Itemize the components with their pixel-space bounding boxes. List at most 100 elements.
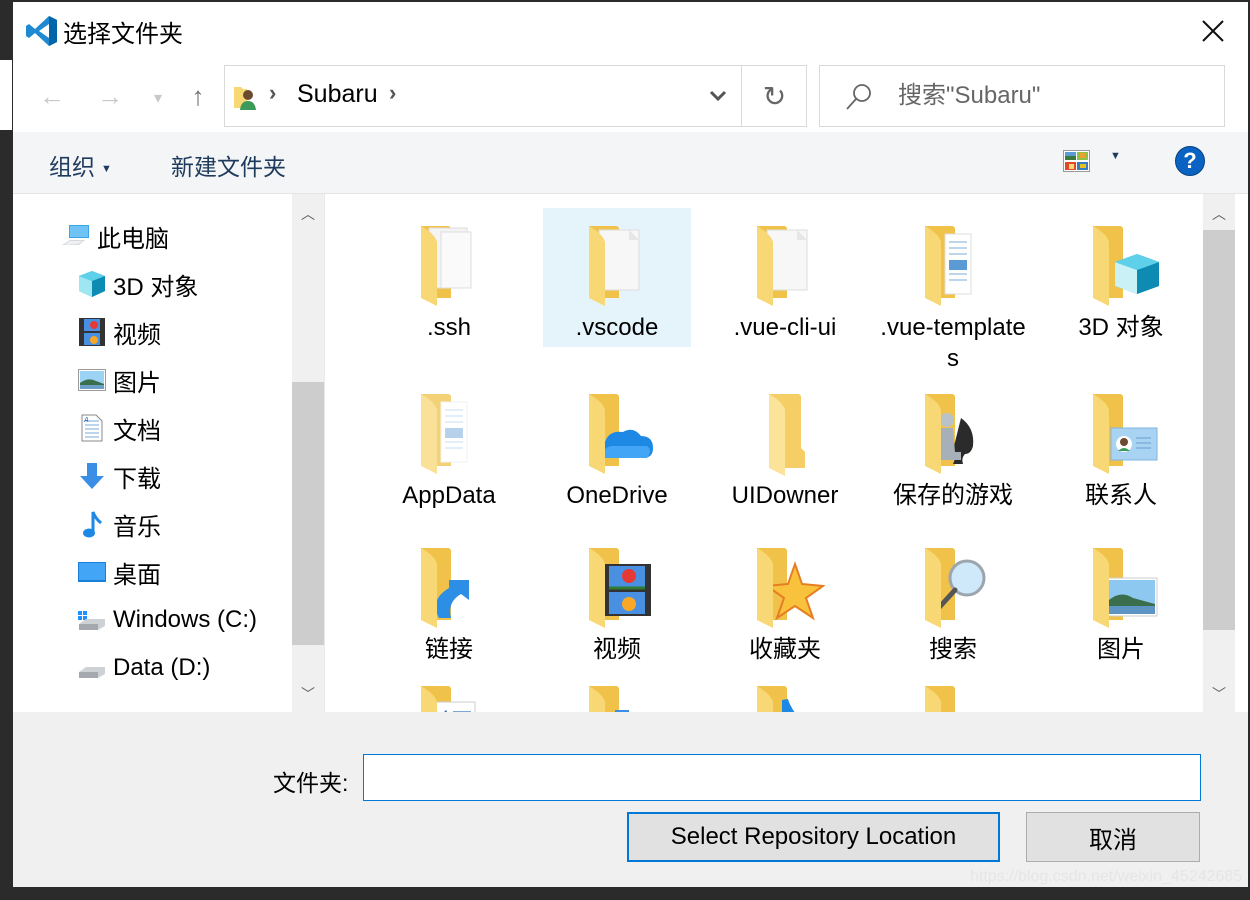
folder-item-label: 图片: [1097, 636, 1145, 663]
folder-film-icon: [577, 542, 657, 632]
search-box: [819, 65, 1225, 127]
sidebar-item-pictures[interactable]: 图片: [77, 360, 161, 400]
background-panel: [0, 60, 12, 130]
sidebar-item-documents[interactable]: A 文档: [77, 408, 161, 448]
folder-item[interactable]: .vue-templates: [879, 208, 1027, 378]
folder-item[interactable]: [879, 668, 1027, 712]
refresh-button[interactable]: ↻: [741, 66, 807, 126]
refresh-icon: ↻: [762, 80, 787, 112]
sidebar-item-music[interactable]: 音乐: [77, 504, 161, 544]
sidebar-item-label: 音乐: [113, 513, 161, 541]
organize-label: 组织: [49, 154, 95, 180]
folder-item[interactable]: 收藏夹: [711, 530, 859, 669]
scrollbar-thumb[interactable]: [1203, 230, 1235, 630]
cancel-button[interactable]: 取消: [1026, 812, 1200, 862]
breadcrumb-separator-icon: ›: [269, 80, 277, 105]
folder-item[interactable]: 联系人: [1047, 376, 1195, 515]
sidebar-item-desktop[interactable]: 桌面: [77, 552, 161, 592]
sidebar-item-windows-c[interactable]: Windows (C:): [77, 600, 257, 640]
folder-pages-light-icon: [409, 388, 489, 478]
folder-item[interactable]: 视频: [543, 530, 691, 669]
sidebar-item-label: 3D 对象: [113, 273, 199, 301]
scrollbar-thumb[interactable]: [292, 382, 324, 645]
3d-objects-icon: [77, 269, 107, 299]
computer-icon: [61, 221, 91, 251]
sidebar-item-label: 下载: [113, 465, 161, 493]
folder-item-label: 联系人: [1085, 482, 1157, 509]
folder-document-icon: [745, 220, 825, 310]
sidebar-item-data-d[interactable]: Data (D:): [77, 648, 210, 688]
scroll-down-icon[interactable]: ﹀: [292, 678, 324, 710]
scroll-up-icon[interactable]: ︿: [1203, 198, 1235, 230]
folder-item[interactable]: 保存的游戏: [879, 376, 1027, 515]
select-repository-location-button[interactable]: Select Repository Location: [627, 812, 1000, 862]
folder-item[interactable]: 搜索: [879, 530, 1027, 669]
recent-locations-button[interactable]: ▾: [141, 78, 175, 118]
folder-item[interactable]: OneDrive: [543, 376, 691, 515]
breadcrumb-separator-icon[interactable]: ›: [389, 80, 396, 106]
address-bar[interactable]: › Subaru › ↻: [224, 65, 807, 127]
sidebar-item-downloads[interactable]: 下载: [77, 456, 161, 496]
folder-item-label: 保存的游戏: [893, 482, 1013, 509]
folder-item-label: 收藏夹: [749, 636, 821, 663]
watermark-text: https://blog.csdn.net/weixin_45242685: [970, 868, 1243, 885]
close-button[interactable]: [1196, 14, 1230, 48]
drive-c-icon: [77, 605, 107, 635]
folder-desktop-icon: [913, 680, 993, 712]
folder-item-label: .vscode: [575, 314, 659, 341]
up-button[interactable]: ↑: [181, 76, 215, 116]
up-arrow-icon: ↑: [191, 80, 205, 111]
sidebar-item-this-pc[interactable]: 此电脑: [61, 216, 169, 256]
sidebar-item-videos[interactable]: 视频: [77, 312, 161, 352]
downloads-icon: [77, 461, 107, 491]
new-folder-button[interactable]: 新建文件夹: [171, 148, 286, 182]
folder-item[interactable]: .vue-cli-ui: [711, 208, 859, 347]
folder-link-arrow-icon: [409, 542, 489, 632]
breadcrumb-subaru[interactable]: Subaru: [297, 80, 378, 109]
folder-item[interactable]: .vscode: [543, 208, 691, 347]
folder-item[interactable]: A: [375, 668, 523, 712]
folder-item-label: 视频: [593, 636, 641, 663]
folder-item[interactable]: 链接: [375, 530, 523, 669]
search-input[interactable]: [898, 78, 1208, 114]
folder-item-label: 3D 对象: [1078, 314, 1164, 341]
nav-pane-scrollbar[interactable]: ︿ ﹀: [292, 194, 324, 712]
sidebar-item-label: 此电脑: [97, 225, 169, 253]
folder-cloud-icon: [577, 388, 657, 478]
file-list: .ssh .vscode .vue-cli-ui .vue-templates 3D 对…: [329, 194, 1203, 712]
folder-item[interactable]: UIDowner: [711, 376, 859, 515]
folder-item-label: .vue-templates: [880, 314, 1026, 372]
file-list-scrollbar[interactable]: ︿ ﹀: [1203, 194, 1235, 712]
view-options-dropdown-icon[interactable]: ▼: [1110, 150, 1121, 162]
folder-name-input[interactable]: [363, 754, 1201, 801]
folder-cube-icon: [1081, 220, 1161, 310]
folder-item[interactable]: [711, 668, 859, 712]
folder-item[interactable]: .ssh: [375, 208, 523, 347]
sidebar-item-3d-objects[interactable]: 3D 对象: [77, 264, 198, 304]
folder-chess-icon: [913, 388, 993, 478]
folder-item[interactable]: 图片: [1047, 530, 1195, 669]
folder-item[interactable]: AppData: [375, 376, 523, 515]
folder-pages-icon: [913, 220, 993, 310]
folder-item-label: UIDowner: [731, 482, 839, 509]
folder-item[interactable]: 3D 对象: [1047, 208, 1195, 347]
back-arrow-icon: ←: [39, 80, 65, 111]
navigation-bar: ← → ▾ ↑ › Subaru › ↻: [13, 60, 1248, 132]
back-button[interactable]: ←: [35, 76, 69, 116]
scroll-up-icon[interactable]: ︿: [292, 198, 324, 230]
folder-document-icon: [577, 220, 657, 310]
help-button[interactable]: ?: [1175, 146, 1205, 176]
scroll-down-icon[interactable]: ﹀: [1203, 678, 1235, 710]
forward-button[interactable]: →: [93, 76, 127, 116]
folder-field-label: 文件夹:: [273, 770, 349, 796]
folder-star-icon: [745, 542, 826, 632]
sidebar-item-label: Windows (C:): [113, 606, 258, 633]
caret-down-icon: ▼: [101, 162, 112, 175]
folder-item-label: .ssh: [426, 314, 471, 341]
user-folder-icon: [234, 87, 256, 110]
organize-menu-button[interactable]: 组织 ▼: [49, 148, 112, 182]
address-dropdown-button[interactable]: [695, 66, 741, 126]
folder-item[interactable]: [543, 668, 691, 712]
change-view-icon[interactable]: [1063, 150, 1090, 172]
select-folder-dialog: 选择文件夹 ← → ▾ ↑ › Subaru › ↻ 搜索"Subaru" 组织…: [13, 2, 1248, 887]
